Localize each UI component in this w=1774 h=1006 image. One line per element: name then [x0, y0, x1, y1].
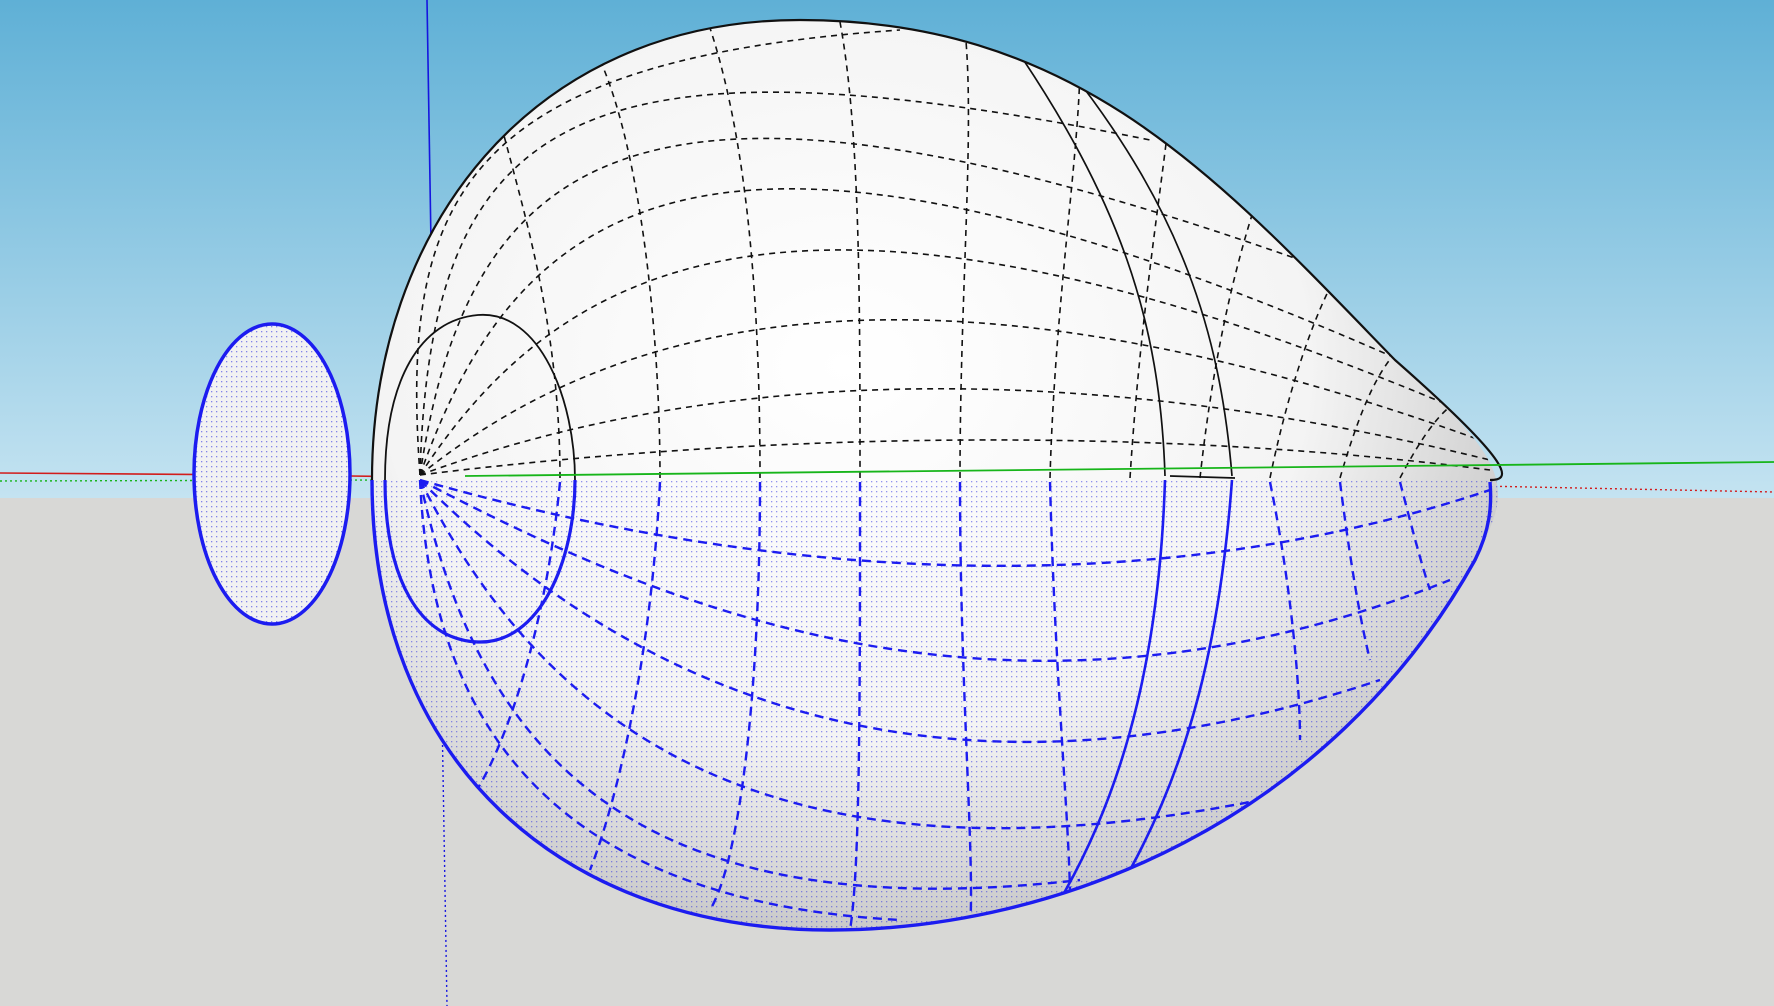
selected-circle-face[interactable]	[192, 322, 352, 626]
modeling-viewport[interactable]	[0, 0, 1774, 1006]
scene-canvas[interactable]	[0, 0, 1774, 1006]
